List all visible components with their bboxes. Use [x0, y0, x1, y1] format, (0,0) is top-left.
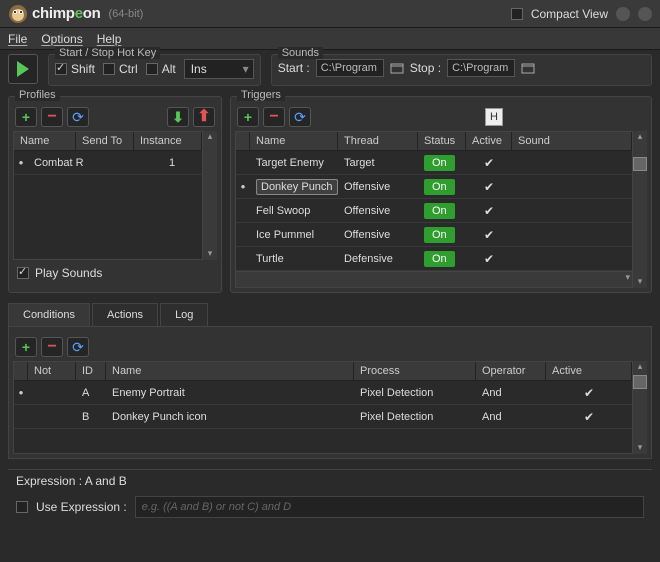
check-icon: ✔ [484, 228, 494, 242]
expression-input[interactable]: e.g. ((A and B) or not C) and D [135, 496, 644, 518]
cond-col-active[interactable]: Active [546, 362, 632, 380]
hotkey-select[interactable]: Ins [184, 59, 254, 79]
triggers-grid[interactable]: Name Thread Status Active Sound Target E… [235, 131, 633, 288]
status-badge[interactable]: On [424, 251, 455, 267]
triggers-col-status[interactable]: Status [418, 132, 466, 150]
use-expression-checkbox[interactable] [16, 501, 28, 513]
shift-label: Shift [71, 62, 95, 76]
profiles-scrollbar[interactable]: ▴▾ [203, 131, 217, 260]
triggers-col-sound[interactable]: Sound [512, 132, 632, 150]
cond-col-operator[interactable]: Operator [476, 362, 546, 380]
profile-download-button[interactable]: ⬇ [167, 107, 189, 127]
menu-help[interactable]: Help [97, 32, 122, 46]
condition-remove-button[interactable]: − [41, 337, 63, 357]
bitness-label: (64-bit) [108, 8, 143, 20]
menu-file[interactable]: File [8, 32, 27, 46]
condition-refresh-button[interactable]: ⟳ [67, 337, 89, 357]
status-badge[interactable]: On [424, 155, 455, 171]
compact-view-checkbox[interactable] [511, 8, 523, 20]
triggers-col-thread[interactable]: Thread [338, 132, 418, 150]
titlebar: chimpeon (64-bit) Compact View [0, 0, 660, 28]
alt-checkbox[interactable] [146, 63, 158, 75]
tab-conditions[interactable]: Conditions [8, 303, 90, 326]
play-icon [17, 61, 29, 77]
profiles-panel: Profiles + − ⟳ ⬇ ⬆ Name Send To Instance… [8, 96, 222, 293]
stop-sound-label: Stop : [410, 61, 441, 75]
triggers-scrollbar[interactable]: ▴▾ [633, 131, 647, 288]
play-button[interactable] [8, 54, 38, 84]
table-row[interactable]: Target EnemyTargetOn✔ [236, 151, 632, 175]
profile-remove-button[interactable]: − [41, 107, 63, 127]
check-icon: ✔ [484, 252, 494, 266]
triggers-col-active[interactable]: Active [466, 132, 512, 150]
profiles-col-name[interactable]: Name [14, 132, 76, 150]
check-icon: ✔ [484, 204, 494, 218]
check-icon: ✔ [484, 156, 494, 170]
start-sound-browse-icon[interactable] [390, 61, 404, 75]
table-row[interactable]: Fell SwoopOffensiveOn✔ [236, 199, 632, 223]
ctrl-label: Ctrl [119, 62, 138, 76]
cond-col-name[interactable]: Name [106, 362, 354, 380]
minimize-button[interactable] [616, 7, 630, 21]
conditions-scrollbar[interactable]: ▴▾ [633, 361, 647, 454]
table-row[interactable]: ●AEnemy PortraitPixel DetectionAnd✔ [14, 381, 632, 405]
table-row[interactable]: ●Donkey PunchOffensiveOn✔ [236, 175, 632, 199]
expression-display: Expression : A and B [8, 469, 652, 492]
condition-add-button[interactable]: + [15, 337, 37, 357]
compact-view-label: Compact View [531, 7, 608, 21]
trigger-remove-button[interactable]: − [263, 107, 285, 127]
start-sound-label: Start : [278, 61, 310, 75]
table-row[interactable]: TurtleDefensiveOn✔ [236, 247, 632, 271]
triggers-panel: Triggers + − ⟳ H Name Thread Status Acti… [230, 96, 652, 293]
status-badge[interactable]: On [424, 179, 455, 195]
alt-label: Alt [162, 62, 176, 76]
conditions-grid[interactable]: Not ID Name Process Operator Active ●AEn… [13, 361, 633, 454]
profiles-title: Profiles [15, 89, 60, 101]
detail-tabs: Conditions Actions Log [8, 303, 652, 327]
status-badge[interactable]: On [424, 227, 455, 243]
check-icon: ✔ [484, 180, 494, 194]
cond-col-process[interactable]: Process [354, 362, 476, 380]
trigger-hotkey-box[interactable]: H [485, 108, 503, 126]
cond-col-not[interactable]: Not [28, 362, 76, 380]
triggers-col-name[interactable]: Name [250, 132, 338, 150]
profiles-grid[interactable]: Name Send To Instance ●Combat Ro1 [13, 131, 203, 260]
profile-refresh-button[interactable]: ⟳ [67, 107, 89, 127]
hotkey-group-title: Start / Stop Hot Key [55, 47, 160, 59]
check-icon: ✔ [584, 410, 594, 424]
table-row[interactable]: ●Combat Ro1 [14, 151, 202, 175]
tab-actions[interactable]: Actions [92, 303, 158, 326]
trigger-add-button[interactable]: + [237, 107, 259, 127]
app-logo-icon [8, 4, 28, 24]
table-row[interactable]: Ice PummelOffensiveOn✔ [236, 223, 632, 247]
profile-upload-button[interactable]: ⬆ [193, 107, 215, 127]
table-row[interactable]: BDonkey Punch iconPixel DetectionAnd✔ [14, 405, 632, 429]
stop-sound-browse-icon[interactable] [521, 61, 535, 75]
stop-sound-path[interactable]: C:\Program [447, 59, 515, 77]
start-sound-path[interactable]: C:\Program [316, 59, 384, 77]
tab-log[interactable]: Log [160, 303, 208, 326]
cond-col-id[interactable]: ID [76, 362, 106, 380]
profiles-col-sendto[interactable]: Send To [76, 132, 134, 150]
menu-options[interactable]: Options [41, 32, 82, 46]
profile-add-button[interactable]: + [15, 107, 37, 127]
play-sounds-label: Play Sounds [35, 266, 102, 280]
ctrl-checkbox[interactable] [103, 63, 115, 75]
status-badge[interactable]: On [424, 203, 455, 219]
trigger-refresh-button[interactable]: ⟳ [289, 107, 311, 127]
profiles-col-instance[interactable]: Instance [134, 132, 202, 150]
check-icon: ✔ [584, 386, 594, 400]
app-brand: chimpeon [32, 5, 100, 22]
shift-checkbox[interactable] [55, 63, 67, 75]
play-sounds-checkbox[interactable] [17, 267, 29, 279]
use-expression-label: Use Expression : [36, 500, 127, 514]
sounds-group-title: Sounds [278, 47, 323, 59]
close-button[interactable] [638, 7, 652, 21]
triggers-title: Triggers [237, 89, 285, 101]
